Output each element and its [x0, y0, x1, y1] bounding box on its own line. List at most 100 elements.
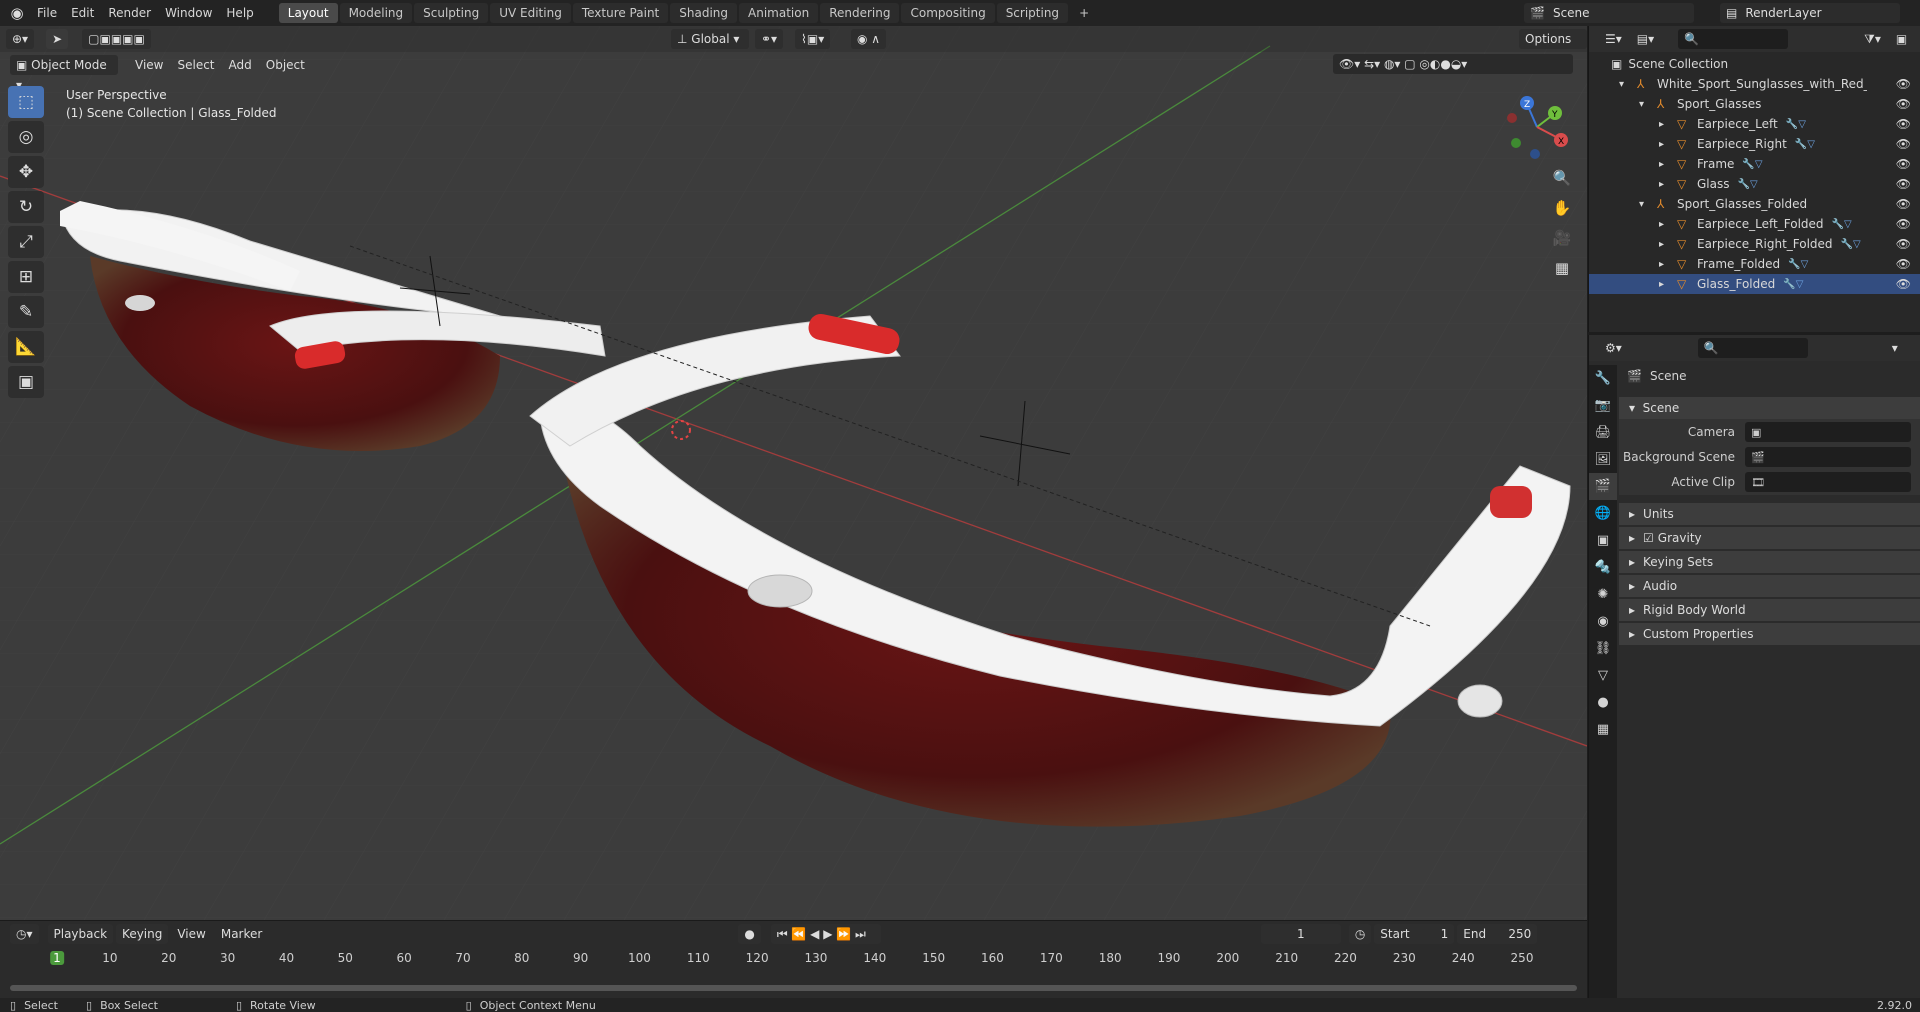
physics-tab-icon[interactable]: ◉ — [1589, 608, 1617, 635]
output-tab-icon[interactable]: 🖨 — [1589, 419, 1617, 446]
cursor-tool-icon[interactable]: ◎ — [8, 121, 44, 153]
visibility-eye-icon[interactable]: 👁 — [1896, 177, 1911, 191]
view-layer-tab-icon[interactable]: 🖼 — [1589, 446, 1617, 473]
expand-arrow-icon[interactable]: ▸ — [1659, 259, 1673, 270]
outliner-display-mode-button[interactable]: ▤▾ — [1630, 29, 1661, 49]
record-button[interactable]: ● — [738, 924, 761, 944]
outliner-row[interactable]: ▸ ▽ Glass_Folded 🔧▽ 👁 — [1589, 274, 1920, 294]
section-scene[interactable]: ▾ Scene — [1619, 397, 1920, 419]
visibility-eye-icon[interactable]: 👁 — [1896, 137, 1911, 151]
view-layer-selector[interactable]: ▤ RenderLayer — [1720, 3, 1900, 23]
expand-arrow-icon[interactable]: ▾ — [1619, 79, 1633, 90]
scale-tool-icon[interactable]: ⤢ — [8, 226, 44, 258]
camera-view-icon[interactable]: 🎥 — [1548, 224, 1576, 252]
timeline-ruler[interactable]: 1 10 20 30 40 50 60 70 80 90 100 110 120 130 140 150 160… — [0, 947, 1587, 971]
outliner-row[interactable]: ▾ ⅄ Sport_Glasses 👁 — [1589, 94, 1920, 114]
section-custom-properties[interactable]: ▸ Custom Properties — [1619, 623, 1920, 645]
editor-type-button[interactable]: ⊕▾ — [6, 29, 35, 49]
blender-logo-icon[interactable]: ◉ — [4, 0, 30, 26]
material-tab-icon[interactable]: ● — [1589, 689, 1617, 716]
expand-arrow-icon[interactable]: ▸ — [1659, 119, 1673, 130]
tab-texture-paint[interactable]: Texture Paint — [572, 3, 669, 23]
tab-rendering[interactable]: Rendering — [820, 3, 900, 23]
section-rigid-body-world[interactable]: ▸ Rigid Body World — [1619, 599, 1920, 621]
ortho-toggle-icon[interactable]: ▦ — [1548, 254, 1576, 282]
tab-modeling[interactable]: Modeling — [339, 3, 413, 23]
expand-arrow-icon[interactable]: ▸ — [1659, 159, 1673, 170]
rotate-tool-icon[interactable]: ↻ — [8, 191, 44, 223]
tab-sculpting[interactable]: Sculpting — [414, 3, 489, 23]
playback-controls[interactable]: ⏮ ⏪ ◀ ▶ ⏩ ⏭ — [770, 924, 881, 944]
outliner-editor-type-button[interactable]: ☰▾ — [1599, 29, 1628, 49]
texture-tab-icon[interactable]: ▦ — [1589, 716, 1617, 743]
timeline-scrollbar[interactable] — [10, 985, 1577, 991]
visibility-eye-icon[interactable]: 👁 — [1896, 117, 1911, 131]
camera-field[interactable]: ▣ — [1745, 422, 1911, 442]
proportional-edit-toggle[interactable]: ◉ ∧ — [851, 29, 887, 49]
menu-help[interactable]: Help — [219, 0, 260, 26]
visibility-eye-icon[interactable]: 👁 — [1896, 237, 1911, 251]
outliner-row[interactable]: ▸ ▽ Earpiece_Right 🔧▽ 👁 — [1589, 134, 1920, 154]
select-mode-buttons[interactable]: ▢▣▣▣▣ — [82, 29, 151, 49]
tool-select-icon[interactable]: ➤ — [46, 29, 69, 49]
pivot-point-dropdown[interactable]: ⚭▾ — [755, 29, 784, 49]
outliner-row[interactable]: ▸ ▽ Earpiece_Left 🔧▽ 👁 — [1589, 114, 1920, 134]
section-audio[interactable]: ▸ Audio — [1619, 575, 1920, 597]
visibility-eye-icon[interactable]: 👁 — [1896, 277, 1911, 291]
viewport-menu-view[interactable]: View — [128, 58, 170, 72]
timeline-editor-type-button[interactable]: ◷▾ — [10, 924, 39, 944]
active-clip-field[interactable]: 🎞 — [1745, 472, 1911, 492]
constraints-tab-icon[interactable]: ⛓ — [1589, 635, 1617, 662]
navigation-gizmo[interactable]: Z Y X — [1502, 92, 1572, 162]
modifier-tab-icon[interactable]: 🔩 — [1589, 554, 1617, 581]
visibility-eye-icon[interactable]: 👁 — [1896, 217, 1911, 231]
visibility-eye-icon[interactable]: 👁 — [1896, 97, 1911, 111]
background-scene-field[interactable]: 🎬 — [1745, 447, 1911, 467]
new-collection-icon[interactable]: ▣ — [1889, 29, 1914, 49]
tab-animation[interactable]: Animation — [739, 3, 819, 23]
scene-selector[interactable]: 🎬 Scene — [1524, 3, 1694, 23]
move-tool-icon[interactable]: ✥ — [8, 156, 44, 188]
outliner-row[interactable]: ▸ ▽ Glass 🔧▽ 👁 — [1589, 174, 1920, 194]
section-keying-sets[interactable]: ▸ Keying Sets — [1619, 551, 1920, 573]
current-frame-field[interactable]: 1 — [1260, 924, 1341, 944]
render-tab-icon[interactable]: 📷 — [1589, 392, 1617, 419]
timeline-menu-playback[interactable]: Playback — [47, 924, 114, 944]
outliner-row[interactable]: ▸ ▽ Earpiece_Left_Folded 🔧▽ 👁 — [1589, 214, 1920, 234]
section-gravity[interactable]: ▸ ☑ Gravity — [1619, 527, 1920, 549]
tab-compositing[interactable]: Compositing — [901, 3, 995, 23]
expand-arrow-icon[interactable]: ▸ — [1659, 239, 1673, 250]
snap-toggle[interactable]: ⌇▣▾ — [795, 29, 831, 49]
gravity-checkbox[interactable]: ☑ — [1643, 531, 1654, 545]
scene-tab-icon[interactable]: 🎬 — [1589, 473, 1617, 500]
timeline-menu-keying[interactable]: Keying — [116, 924, 169, 944]
add-workspace-button[interactable]: + — [1070, 3, 1098, 23]
tab-shading[interactable]: Shading — [670, 3, 737, 23]
outliner-row[interactable]: ▸ ▽ Frame_Folded 🔧▽ 👁 — [1589, 254, 1920, 274]
menu-render[interactable]: Render — [101, 0, 158, 26]
annotate-tool-icon[interactable]: ✎ — [8, 296, 44, 328]
visibility-eye-icon[interactable]: 👁 — [1896, 197, 1911, 211]
outliner-row[interactable]: ▸ ▽ Earpiece_Right_Folded 🔧▽ 👁 — [1589, 234, 1920, 254]
data-tab-icon[interactable]: ▽ — [1589, 662, 1617, 689]
start-frame-field[interactable]: Start 1 — [1374, 924, 1455, 944]
3d-viewport[interactable]: ⊕▾ ➤ ▢▣▣▣▣ ▣ Object Mode ▾ View Select Add… — [0, 26, 1587, 920]
outliner-row[interactable]: ▸ ▽ Frame 🔧▽ 👁 — [1589, 154, 1920, 174]
expand-arrow-icon[interactable]: ▸ — [1659, 139, 1673, 150]
outliner-row[interactable]: ▾ ⅄ White_Sport_Sunglasses_with_Red_Lenses… — [1589, 74, 1920, 94]
viewport-menu-add[interactable]: Add — [222, 58, 259, 72]
timeline-menu-marker[interactable]: Marker — [215, 924, 268, 944]
world-tab-icon[interactable]: 🌐 — [1589, 500, 1617, 527]
visibility-eye-icon[interactable]: 👁 — [1896, 257, 1911, 271]
tab-layout[interactable]: Layout — [278, 3, 338, 23]
viewport-overlay-buttons[interactable]: 👁▾ ⇆▾ ◍▾ ▢ ◎◐●◒▾ — [1333, 54, 1573, 74]
expand-arrow-icon[interactable]: ▸ — [1659, 219, 1673, 230]
measure-tool-icon[interactable]: 📐 — [8, 331, 44, 363]
tab-scripting[interactable]: Scripting — [996, 3, 1069, 23]
add-cube-tool-icon[interactable]: ▣ — [8, 366, 44, 398]
visibility-eye-icon[interactable]: 👁 — [1896, 157, 1911, 171]
outliner-row[interactable]: ▾ ⅄ Sport_Glasses_Folded 👁 — [1589, 194, 1920, 214]
transform-orientation-dropdown[interactable]: ⊥ Global ▾ — [671, 29, 749, 49]
expand-arrow-icon[interactable]: ▸ — [1659, 279, 1673, 290]
pan-view-icon[interactable]: ✋ — [1548, 194, 1576, 222]
